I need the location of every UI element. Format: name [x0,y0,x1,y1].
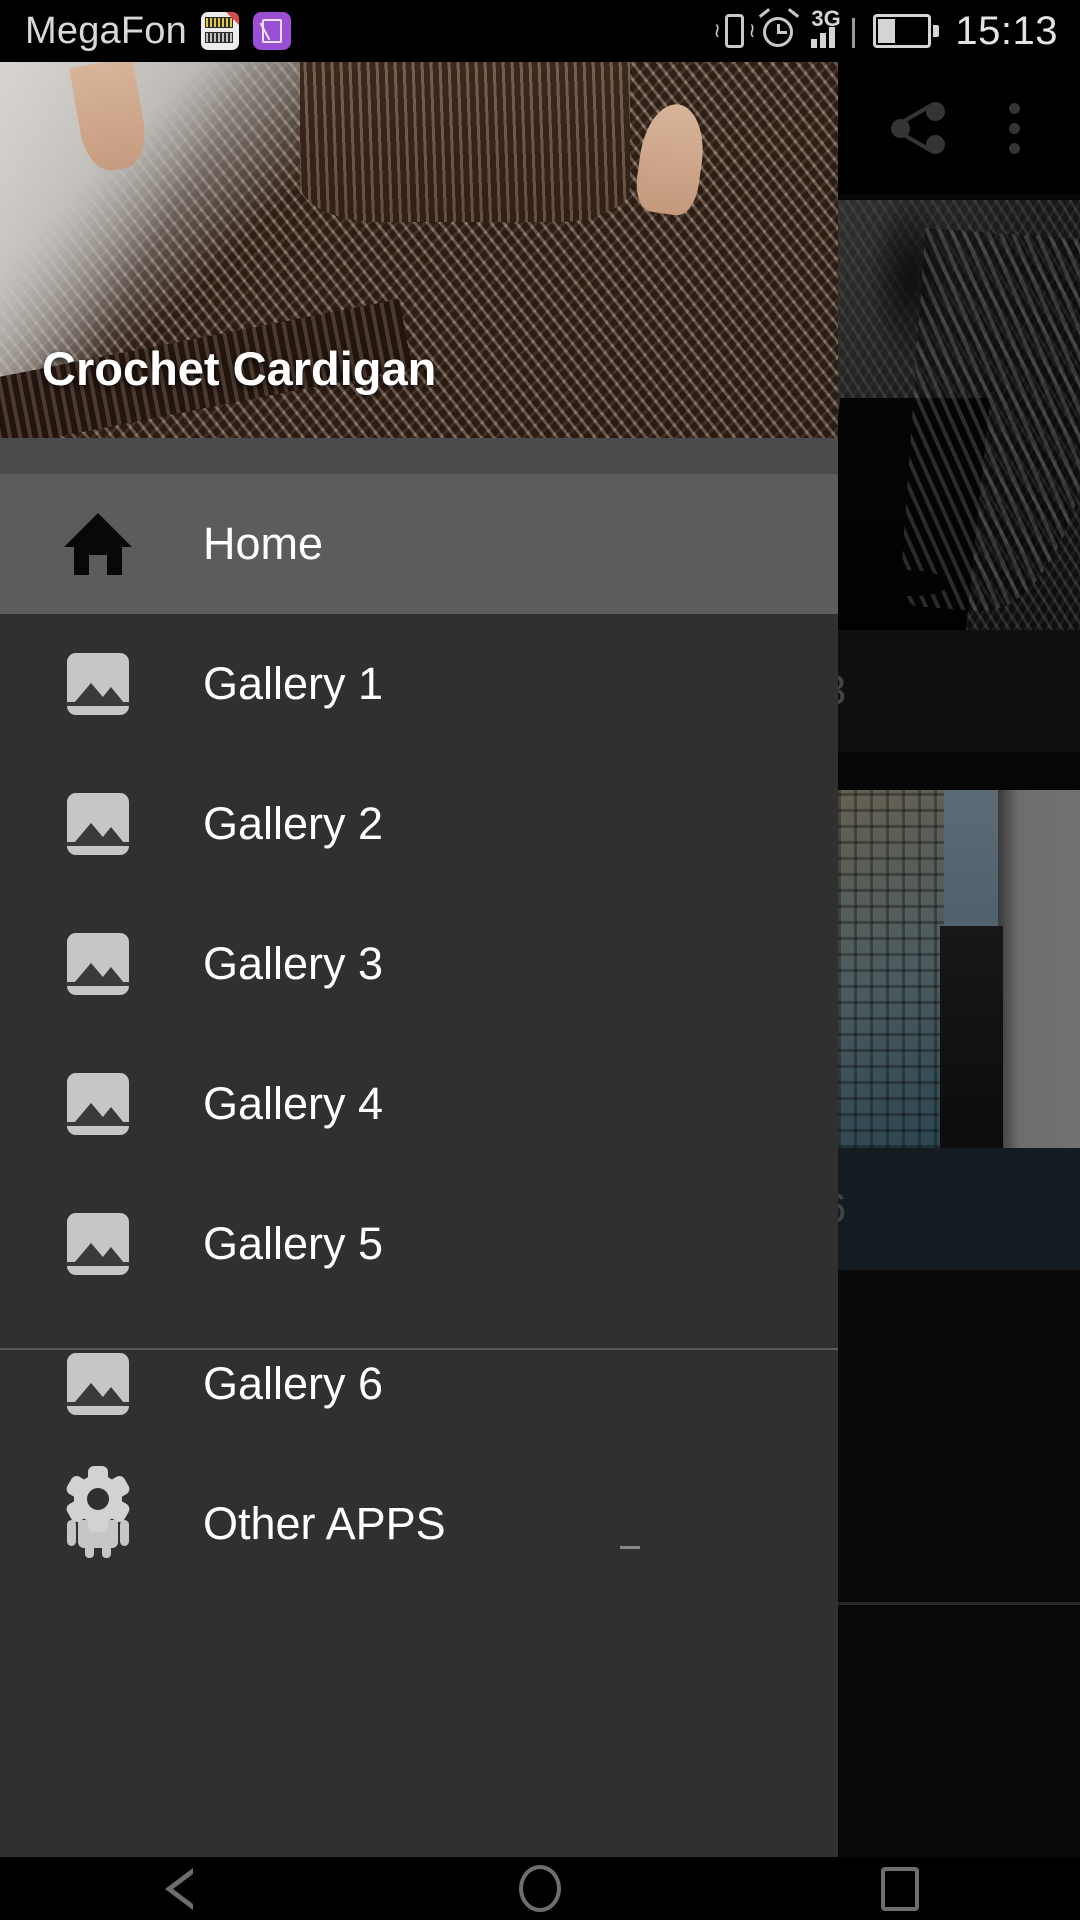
gallery-app-icon [252,12,291,50]
drawer-item-gallery-4[interactable]: Gallery 4 [0,1034,838,1174]
signal-3g-icon: 3G [807,6,863,54]
system-navigation-bar [0,1857,1080,1920]
status-bar: MegaFon ≀ ≀ 3G 15:13 [0,0,1080,62]
drawer-item-label: Home [203,518,324,569]
drawer-item-label: Gallery 3 [203,938,384,989]
drawer-item-gallery-5[interactable]: Gallery 5 [0,1174,838,1314]
status-bar-right-group: ≀ ≀ 3G 15:13 [711,6,1058,54]
drawer-header-shade [0,438,838,474]
drawer-header[interactable]: Crochet Cardigan [0,62,838,474]
footer-hint-mark [620,1546,640,1549]
recents-square-icon [881,1866,919,1911]
back-button[interactable] [100,1857,260,1920]
back-triangle-icon [165,1867,195,1910]
home-icon [28,513,168,575]
drawer-item-label: Gallery 2 [203,798,384,849]
drawer-footer [0,1350,838,1570]
drawer-item-label: Gallery 1 [203,658,384,709]
home-button[interactable] [460,1857,620,1920]
drawer-item-settings[interactable] [0,1434,838,1564]
phone-screen: MegaFon ≀ ≀ 3G 15:13 Crochet Cardigan Ho… [0,0,1080,1920]
image-icon [28,653,168,715]
recents-button[interactable] [820,1857,980,1920]
drawer-item-home[interactable]: Home [0,474,838,614]
carrier-label: MegaFon [25,9,187,52]
battery-icon [873,14,940,48]
clock-label: 15:13 [955,8,1058,53]
image-icon [28,793,168,855]
drawer-item-gallery-2[interactable]: Gallery 2 [0,754,838,894]
navigation-drawer: Crochet Cardigan Home Gallery 1 Gallery … [0,62,838,1857]
drawer-item-gallery-3[interactable]: Gallery 3 [0,894,838,1034]
drawer-item-label: Gallery 5 [203,1218,384,1269]
drawer-item-gallery-1[interactable]: Gallery 1 [0,614,838,754]
drawer-title: Crochet Cardigan [42,342,437,395]
image-icon [28,1073,168,1135]
home-circle-icon [519,1865,561,1912]
alarm-icon [757,8,801,53]
image-icon [28,933,168,995]
image-icon [28,1213,168,1275]
vibrate-icon: ≀ ≀ [711,8,757,54]
drawer-item-label: Gallery 4 [203,1078,384,1129]
gear-icon [28,1466,168,1532]
keyboard-icon [200,12,239,50]
